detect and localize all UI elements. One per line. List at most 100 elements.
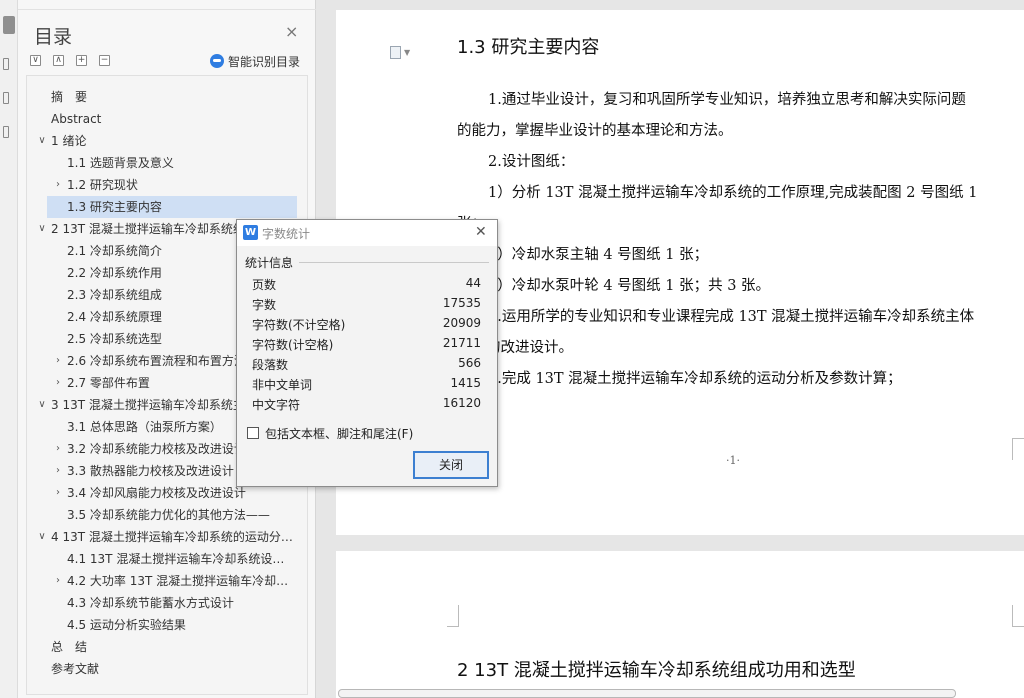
include-textbox-checkbox[interactable] [247, 427, 259, 439]
toc-item-label: 摘 要 [51, 90, 88, 104]
paragraph-line: 的能力，掌握毕业设计的基本理论和方法。 [457, 123, 733, 139]
stat-value: 566 [458, 356, 481, 370]
paragraph-line: 2）冷却水泵主轴 4 号图纸 1 张； [488, 247, 709, 263]
chevron-down-icon[interactable]: ∨ [37, 130, 47, 152]
chevron-right-icon[interactable]: › [53, 372, 63, 394]
toc-item[interactable]: 1.2 研究现状 [67, 174, 299, 196]
chevron-right-icon[interactable]: › [53, 438, 63, 460]
close-button[interactable]: 关闭 [413, 451, 489, 479]
stat-label: 字符数(不计空格) [252, 318, 346, 332]
toc-item[interactable]: 4.5 运动分析实验结果 [67, 614, 299, 636]
chapter-heading: 2 13T 混凝土搅拌运输车冷却系统组成功用和选型 [457, 660, 856, 681]
page-number: ·1· [726, 454, 740, 467]
stat-value: 21711 [442, 336, 481, 350]
dialog-title: 字数统计 [262, 227, 311, 241]
close-icon[interactable]: ✕ [475, 224, 487, 240]
toc-item-label: 4.5 运动分析实验结果 [67, 618, 186, 632]
toc-item-label: 4.2 大功率 13T 混凝土搅拌运输车冷却… [67, 574, 289, 588]
toc-item-label: 2.7 零部件布置 [67, 376, 150, 390]
include-textbox-label[interactable]: 包括文本框、脚注和尾注(F) [265, 425, 413, 442]
collapse-all-icon[interactable]: ∨ [30, 55, 41, 66]
toc-item-label: 参考文献 [51, 662, 100, 676]
chevron-right-icon[interactable]: › [53, 350, 63, 372]
toc-title: 目录 [34, 26, 73, 48]
horizontal-scrollbar[interactable] [338, 689, 956, 698]
toc-item-label: 4.3 冷却系统节能蓄水方式设计 [67, 596, 234, 610]
toc-item-label: 4.1 13T 混凝土搅拌运输车冷却系统设… [67, 552, 285, 566]
chevron-down-icon[interactable]: ▼ [404, 48, 410, 57]
smart-toc-button[interactable]: 智能识别目录 [210, 52, 300, 70]
page-margin-mark [1012, 605, 1024, 627]
toc-item-label: 4 13T 混凝土搅拌运输车冷却系统的运动分… [51, 530, 293, 544]
stat-value: 16120 [442, 396, 481, 410]
smart-toc-icon [210, 54, 224, 68]
smart-toc-label: 智能识别目录 [228, 54, 301, 69]
chevron-down-icon[interactable]: ∨ [37, 394, 47, 416]
toc-item-label: 3.2 冷却系统能力校核及改进设计 [67, 442, 246, 456]
expand-all-icon[interactable]: ∧ [53, 55, 64, 66]
toc-toggle-icon[interactable] [3, 16, 15, 34]
stat-label: 字数 [252, 298, 277, 312]
toc-item-label: 2.4 冷却系统原理 [67, 310, 162, 324]
paragraph-line: 3）冷却水泵叶轮 4 号图纸 1 张；共 3 张。 [488, 278, 771, 294]
remove-heading-icon[interactable]: − [99, 55, 110, 66]
toc-item-label: 1.3 研究主要内容 [67, 200, 162, 214]
toc-item[interactable]: 4.1 13T 混凝土搅拌运输车冷却系统设… [67, 548, 299, 570]
paragraph-line: 2.设计图纸： [488, 154, 575, 170]
left-tool-strip [0, 0, 18, 698]
word-count-dialog: W 字数统计 ✕ 统计信息 页数 44 字数 17535 字符数(不计空格) 20909 字… [236, 219, 498, 487]
toc-item-label: 2.1 冷却系统简介 [67, 244, 162, 258]
stat-value: 17535 [442, 296, 481, 310]
toc-close-icon[interactable]: × [285, 24, 298, 40]
toc-item-label: 2.6 冷却系统布置流程和布置方法 [67, 354, 246, 368]
stat-label: 字符数(计空格) [252, 338, 334, 352]
stat-label: 非中文单词 [252, 378, 313, 392]
toc-item[interactable]: 1 绪论 [51, 130, 299, 152]
toc-item-label: 1 绪论 [51, 134, 87, 148]
toc-item[interactable]: 1.3 研究主要内容 [47, 196, 297, 218]
toc-item-label: 1.2 研究现状 [67, 178, 138, 192]
bookmark-icon[interactable] [3, 58, 9, 70]
chevron-down-icon[interactable]: ∨ [37, 526, 47, 548]
paragraph-line: 3.运用所学的专业知识和专业课程完成 13T 混凝土搅拌运输车冷却系统主体 [488, 309, 975, 325]
toc-item-label: 3 13T 混凝土搅拌运输车冷却系统主 [51, 398, 245, 412]
toc-item-label: 1.1 选题背景及意义 [67, 156, 174, 170]
stat-label: 页数 [252, 278, 277, 292]
toc-item-label: 3.1 总体思路（油泵所方案） [67, 420, 222, 434]
wps-logo-icon: W [243, 225, 258, 240]
chevron-right-icon[interactable]: › [53, 460, 63, 482]
chevron-down-icon[interactable]: ∨ [37, 218, 47, 240]
section-heading: 1.3 研究主要内容 [457, 37, 600, 58]
stats-group-label: 统计信息 [245, 256, 294, 270]
add-heading-icon[interactable]: + [76, 55, 87, 66]
toc-item-label: 2 13T 混凝土搅拌运输车冷却系统组 [51, 222, 245, 236]
search-icon[interactable] [3, 126, 9, 138]
chevron-right-icon[interactable]: › [53, 482, 63, 504]
toc-item[interactable]: 摘 要 [51, 86, 299, 108]
toc-item[interactable]: Abstract [51, 108, 299, 130]
paragraph-menu-icon[interactable] [390, 46, 401, 59]
toc-item[interactable]: 4.3 冷却系统节能蓄水方式设计 [67, 592, 299, 614]
toc-item-label: 2.3 冷却系统组成 [67, 288, 162, 302]
stat-value: 1415 [450, 376, 481, 390]
document-page-2: 2 13T 混凝土搅拌运输车冷却系统组成功用和选型 [336, 551, 1024, 698]
stat-value: 20909 [442, 316, 481, 330]
toc-item[interactable]: 4 13T 混凝土搅拌运输车冷却系统的运动分… [51, 526, 299, 548]
toc-item-label: 3.3 散热器能力校核及改进设计 [67, 464, 234, 478]
paragraph-line: 4.完成 13T 混凝土搅拌运输车冷却系统的运动分析及参数计算； [488, 371, 902, 387]
toc-item[interactable]: 1.1 选题背景及意义 [67, 152, 299, 174]
chevron-right-icon[interactable]: › [53, 570, 63, 592]
toc-item[interactable]: 参考文献 [51, 658, 299, 680]
paragraph-line: 1.通过毕业设计，复习和巩固所学专业知识，培养独立思考和解决实际问题 [488, 92, 966, 108]
toc-item-label: 2.2 冷却系统作用 [67, 266, 162, 280]
stat-label: 中文字符 [252, 398, 301, 412]
chevron-right-icon[interactable]: › [53, 174, 63, 196]
toc-item[interactable]: 4.2 大功率 13T 混凝土搅拌运输车冷却… [67, 570, 299, 592]
toc-item-label: 3.5 冷却系统能力优化的其他方法—— [67, 508, 270, 522]
paragraph-line: 1）分析 13T 混凝土搅拌运输车冷却系统的工作原理,完成装配图 2 号图纸 1 [488, 185, 978, 201]
toc-item[interactable]: 总 结 [51, 636, 299, 658]
toc-item[interactable]: 3.5 冷却系统能力优化的其他方法—— [67, 504, 299, 526]
dialog-titlebar[interactable]: W 字数统计 ✕ [237, 220, 497, 246]
page-thumbnail-icon[interactable] [3, 92, 9, 104]
page-margin-mark [447, 605, 459, 627]
